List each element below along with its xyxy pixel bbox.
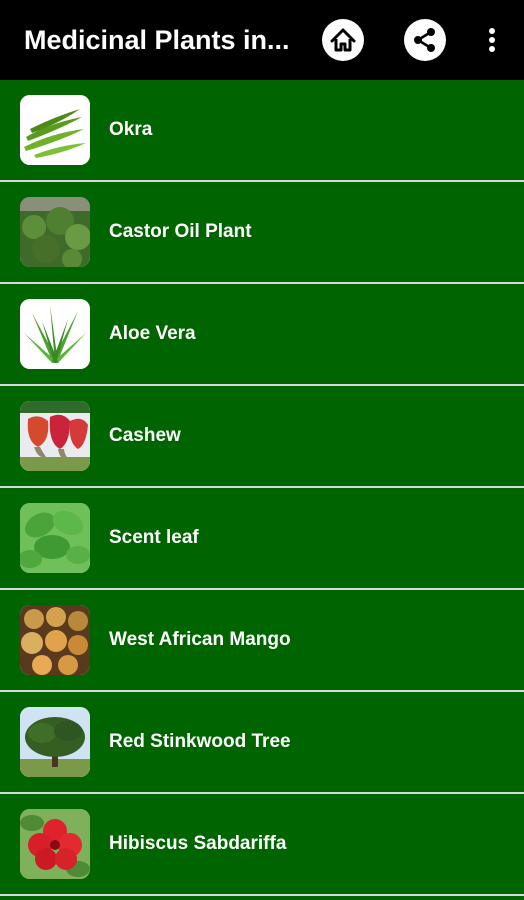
- scent-leaf-thumbnail: [20, 503, 90, 573]
- cashew-thumbnail: [20, 401, 90, 471]
- list-item-aloe-vera[interactable]: Aloe Vera: [0, 284, 524, 386]
- overflow-menu-button[interactable]: [472, 17, 512, 63]
- list-item-okra[interactable]: Okra: [0, 80, 524, 182]
- aloe-vera-thumbnail: [20, 299, 90, 369]
- app-title: Medicinal Plants in...: [24, 24, 290, 55]
- plant-name: Castor Oil Plant: [109, 221, 252, 242]
- share-icon: [404, 19, 446, 61]
- list-item-castor-oil-plant[interactable]: Castor Oil Plant: [0, 182, 524, 284]
- plant-name: Scent leaf: [109, 527, 199, 548]
- app-screen: Medicinal Plants in... Okra Castor Oil P…: [0, 0, 524, 900]
- red-stinkwood-tree-thumbnail: [20, 707, 90, 777]
- app-toolbar: Medicinal Plants in...: [0, 0, 524, 80]
- hibiscus-sabdariffa-thumbnail: [20, 809, 90, 879]
- okra-thumbnail: [20, 95, 90, 165]
- share-button[interactable]: [402, 17, 448, 63]
- plant-name: Hibiscus Sabdariffa: [109, 833, 287, 854]
- plant-list: Okra Castor Oil Plant Aloe Vera Cashew S…: [0, 80, 524, 896]
- list-item-red-stinkwood-tree[interactable]: Red Stinkwood Tree: [0, 692, 524, 794]
- west-african-mango-thumbnail: [20, 605, 90, 675]
- plant-name: Okra: [109, 119, 153, 140]
- plant-name: Red Stinkwood Tree: [109, 731, 291, 752]
- list-item-west-african-mango[interactable]: West African Mango: [0, 590, 524, 692]
- list-item-scent-leaf[interactable]: Scent leaf: [0, 488, 524, 590]
- castor-oil-plant-thumbnail: [20, 197, 90, 267]
- home-icon: [322, 19, 364, 61]
- more-vert-icon: [489, 28, 495, 52]
- plant-name: Aloe Vera: [109, 323, 196, 344]
- plant-name: Cashew: [109, 425, 181, 446]
- list-item-cashew[interactable]: Cashew: [0, 386, 524, 488]
- home-button[interactable]: [320, 17, 366, 63]
- plant-name: West African Mango: [109, 629, 291, 650]
- list-item-hibiscus-sabdariffa[interactable]: Hibiscus Sabdariffa: [0, 794, 524, 896]
